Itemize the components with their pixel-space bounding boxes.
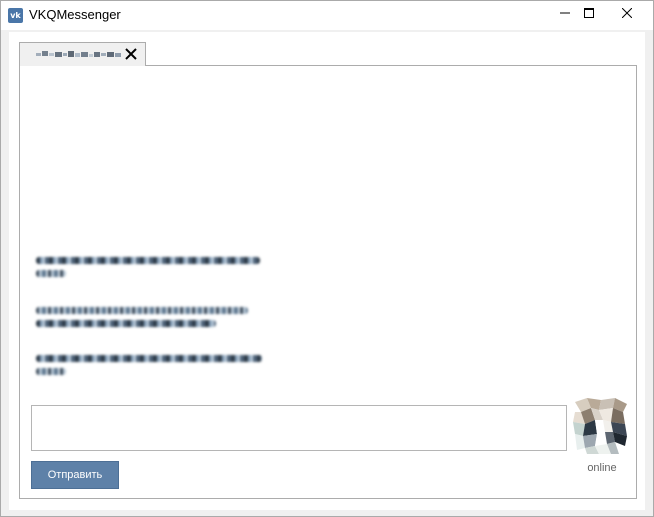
message-item xyxy=(36,257,260,283)
maximize-button[interactable] xyxy=(571,1,607,25)
message-input[interactable] xyxy=(31,405,567,451)
title-bar: vk VKQMessenger xyxy=(1,1,653,30)
redacted-message-line xyxy=(36,270,66,277)
send-button[interactable]: Отправить xyxy=(31,461,119,489)
app-window: vk VKQMessenger online Отправить xyxy=(0,0,654,517)
tab-chat[interactable] xyxy=(19,42,146,66)
chat-panel: online Отправить xyxy=(19,65,637,499)
contact-avatar-icon xyxy=(573,398,627,454)
redacted-message-line xyxy=(36,355,262,362)
window-close-button[interactable] xyxy=(609,1,645,25)
vk-logo-icon: vk xyxy=(8,8,23,23)
message-item xyxy=(36,307,248,333)
maximize-icon xyxy=(584,8,594,18)
window-title: VKQMessenger xyxy=(29,7,121,22)
close-icon[interactable] xyxy=(124,47,138,61)
minimize-icon xyxy=(560,12,570,14)
client-area: online Отправить xyxy=(9,32,645,510)
message-item xyxy=(36,355,262,381)
redacted-contact-name-icon xyxy=(36,51,121,57)
contact-status: online xyxy=(587,462,617,474)
close-icon xyxy=(622,8,632,18)
redacted-message-line xyxy=(36,320,216,327)
redacted-message-line xyxy=(36,368,66,375)
redacted-message-line xyxy=(36,307,248,314)
redacted-message-line xyxy=(36,257,260,264)
